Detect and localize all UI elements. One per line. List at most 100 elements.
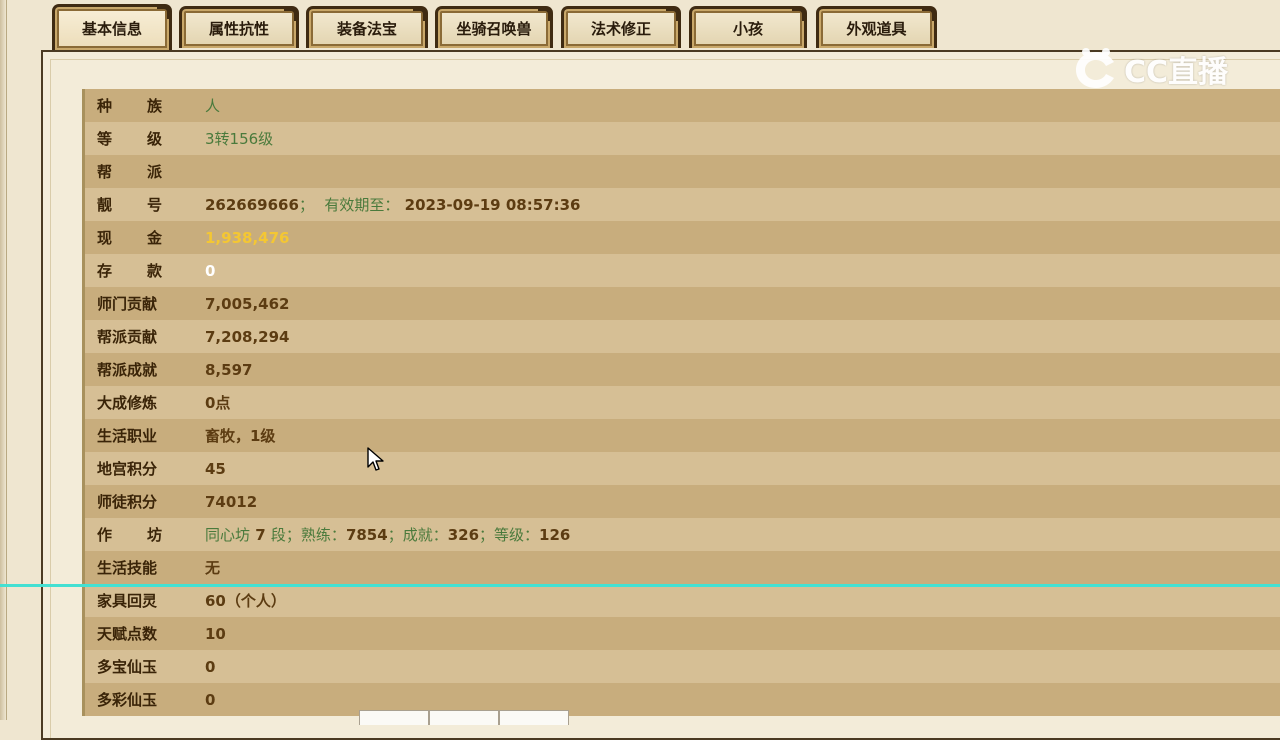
row-label: 多彩仙玉 <box>97 691 158 709</box>
row-label: 生活职业 <box>97 427 158 445</box>
info-row-guild: 帮派 <box>85 155 1280 188</box>
row-value: 7,208,294 <box>205 327 290 346</box>
tab-spell-correction[interactable]: 法术修正 <box>561 6 681 48</box>
info-row-workshop: 作坊 同心坊 7 段；熟练：7854；成就：326；等级：126 <box>85 518 1280 551</box>
bottom-button[interactable] <box>359 710 429 725</box>
grade-label: ；等级： <box>479 526 540 544</box>
workshop-tier: 7 <box>255 526 266 544</box>
tab-corner <box>922 8 935 21</box>
info-row-guild-achievement: 帮派成就 8,597 <box>85 353 1280 386</box>
tab-equipment[interactable]: 装备法宝 <box>306 6 428 48</box>
row-label: 多宝仙玉 <box>97 658 158 676</box>
row-value: 0 <box>205 690 216 709</box>
row-value: 0点 <box>205 394 231 412</box>
label-char: 派 <box>147 163 163 181</box>
info-row-talent-points: 天赋点数 10 <box>85 617 1280 650</box>
tab-basic-info[interactable]: 基本信息 <box>52 4 172 50</box>
achievement-label: ；成就： <box>387 526 448 544</box>
row-value: 7,005,462 <box>205 294 290 313</box>
row-value: 人 <box>205 97 221 115</box>
info-row-duocai-jade: 多彩仙玉 0 <box>85 683 1280 716</box>
label-char: 靓 <box>97 196 113 214</box>
row-label: 地宫积分 <box>97 460 158 478</box>
tab-label: 外观道具 <box>846 20 907 38</box>
row-value: 3转156级 <box>205 130 274 148</box>
info-row-mentor-points: 师徒积分 74012 <box>85 485 1280 518</box>
cc-live-logo-icon <box>1076 48 1114 88</box>
row-label: 帮派成就 <box>97 361 158 379</box>
label-char: 坊 <box>147 526 163 544</box>
label-char: 种 <box>97 97 113 115</box>
row-label: 帮派贡献 <box>97 328 158 346</box>
bottom-button-group <box>359 710 569 725</box>
info-row-life-skills: 生活技能 无 <box>85 551 1280 584</box>
row-label: 生活技能 <box>97 559 158 577</box>
tab-corner <box>538 8 551 21</box>
info-row-dungeon-points: 地宫积分 45 <box>85 452 1280 485</box>
row-label: 靓号 <box>85 194 205 215</box>
separator: ； <box>298 196 314 214</box>
row-label: 大成修炼 <box>97 394 158 412</box>
label-char: 存 <box>97 262 113 280</box>
row-label: 种族 <box>85 95 205 116</box>
tab-corner <box>666 8 679 21</box>
row-value: 10 <box>205 624 226 643</box>
tab-label: 小孩 <box>732 20 763 38</box>
row-label: 等级 <box>85 128 205 149</box>
row-value: 45 <box>205 459 226 478</box>
row-value: 1,938,476 <box>205 228 290 247</box>
label-char: 级 <box>147 130 163 148</box>
bottom-button[interactable] <box>429 710 499 725</box>
row-label: 现金 <box>85 227 205 248</box>
row-label: 天赋点数 <box>97 625 158 643</box>
row-value: 0 <box>205 261 216 280</box>
label-char: 金 <box>147 229 163 247</box>
tab-corner <box>157 6 170 19</box>
tab-attributes[interactable]: 属性抗性 <box>179 6 299 48</box>
row-label: 师徒积分 <box>97 493 158 511</box>
info-row-deposit: 存款 0 <box>85 254 1280 287</box>
mouse-pointer-icon <box>367 447 384 471</box>
row-label: 作坊 <box>85 524 205 545</box>
grade-value: 126 <box>539 526 571 544</box>
tab-label: 法术修正 <box>590 20 651 38</box>
info-row-duobao-jade: 多宝仙玉 0 <box>85 650 1280 683</box>
proficiency-label: 段；熟练： <box>270 526 346 544</box>
tab-label: 属性抗性 <box>208 20 269 38</box>
bottom-button[interactable] <box>499 710 569 725</box>
row-label: 家具回灵 <box>97 592 158 610</box>
workshop-name: 同心坊 <box>205 526 251 544</box>
row-label: 存款 <box>85 260 205 281</box>
row-value: 262669666； 有效期至： 2023-09-19 08:57:36 <box>205 194 580 215</box>
info-table: 种族 人 等级 3转156级 帮派 靓号 262669666； 有效期至： 20… <box>82 89 1280 716</box>
info-row-vanity-id: 靓号 262669666； 有效期至： 2023-09-19 08:57:36 <box>85 188 1280 221</box>
row-value: 60（个人） <box>205 592 286 610</box>
info-row-life-profession: 生活职业 畜牧，1级 <box>85 419 1280 452</box>
info-row-guild-contribution: 帮派贡献 7,208,294 <box>85 320 1280 353</box>
row-value: 畜牧，1级 <box>205 427 276 445</box>
row-value: 同心坊 7 段；熟练：7854；成就：326；等级：126 <box>205 524 570 545</box>
label-char: 等 <box>97 130 113 148</box>
tab-mounts-summons[interactable]: 坐骑召唤兽 <box>435 6 553 48</box>
tab-corner <box>413 8 426 21</box>
expiry-value: 2023-09-19 08:57:36 <box>404 196 581 214</box>
watermark-text: CC直播 <box>1124 55 1229 90</box>
label-char: 现 <box>97 229 113 247</box>
info-row-sect-contribution: 师门贡献 7,005,462 <box>85 287 1280 320</box>
overlay-guide-line <box>0 584 1280 587</box>
row-value: 74012 <box>205 492 258 511</box>
info-row-furniture-spirit: 家具回灵 60（个人） <box>85 584 1280 617</box>
achievement-value: 326 <box>447 526 480 544</box>
info-row-cultivation: 大成修炼 0点 <box>85 386 1280 419</box>
label-char: 族 <box>147 97 163 115</box>
cc-live-watermark: CC直播 <box>1072 43 1244 95</box>
info-row-level: 等级 3转156级 <box>85 122 1280 155</box>
tab-label: 装备法宝 <box>336 20 397 38</box>
tab-child[interactable]: 小孩 <box>689 6 807 48</box>
tab-appearance-items[interactable]: 外观道具 <box>816 6 937 48</box>
row-label: 帮派 <box>85 161 205 182</box>
row-value: 0 <box>205 657 216 676</box>
row-value: 无 <box>205 559 221 577</box>
row-label: 师门贡献 <box>97 295 158 313</box>
label-char: 作 <box>97 526 113 544</box>
